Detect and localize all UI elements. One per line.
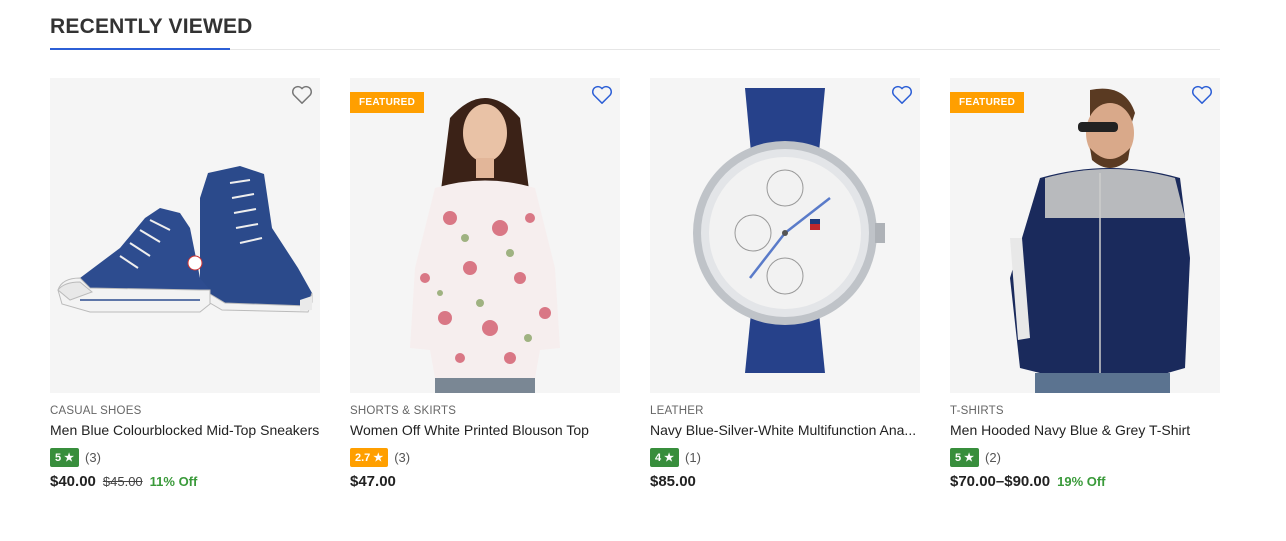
featured-badge: FEATURED <box>950 92 1025 113</box>
rating-count: (3) <box>394 449 411 465</box>
product-category[interactable]: CASUAL SHOES <box>50 405 320 417</box>
product-title[interactable]: Women Off White Printed Blouson Top <box>350 422 620 438</box>
jacket-model-image <box>1010 88 1190 393</box>
price-row: $40.00 $45.00 11% Off <box>50 473 320 490</box>
product-category[interactable]: SHORTS & SKIRTS <box>350 405 620 417</box>
product-category[interactable]: LEATHER <box>650 405 920 417</box>
product-title[interactable]: Navy Blue-Silver-White Multifunction Ana… <box>650 422 920 438</box>
rating-row: 5 ★ (2) <box>950 447 1220 467</box>
discount-label: 11% Off <box>149 474 198 489</box>
rating-row: 5 ★ (3) <box>50 447 320 467</box>
rating-count: (2) <box>985 449 1001 465</box>
rating-badge: 4 ★ <box>650 447 680 467</box>
product-card[interactable]: FEATURED T-SHIRTS Men Hooded Navy Blue &… <box>950 78 1220 490</box>
current-price: $40.00 <box>50 473 96 490</box>
product-card[interactable]: LEATHER Navy Blue-Silver-White Multifunc… <box>650 78 920 490</box>
rating-row: 4 ★ (1) <box>650 447 920 467</box>
rating-count: (1) <box>685 449 701 465</box>
product-category[interactable]: T-SHIRTS <box>950 405 1220 417</box>
product-title[interactable]: Men Blue Colourblocked Mid-Top Sneakers <box>50 422 320 438</box>
sneakers-image <box>57 166 313 313</box>
price-row: $47.00 <box>350 473 620 490</box>
section-header: RECENTLY VIEWED <box>50 0 1220 50</box>
product-image[interactable] <box>50 78 320 393</box>
rating-badge: 2.7 ★ <box>350 447 389 467</box>
current-price: $85.00 <box>650 473 696 490</box>
discount-label: 19% Off <box>1057 474 1106 489</box>
section-title: RECENTLY VIEWED <box>50 15 253 38</box>
rating-badge: 5 ★ <box>50 447 80 467</box>
product-grid: CASUAL SHOES Men Blue Colourblocked Mid-… <box>50 78 1220 498</box>
wishlist-heart-icon[interactable] <box>291 85 313 105</box>
recently-viewed-section: RECENTLY VIEWED CASUAL SHOES Men Blue Co… <box>50 0 1220 490</box>
product-title[interactable]: Men Hooded Navy Blue & Grey T-Shirt <box>950 422 1220 438</box>
product-image[interactable] <box>650 78 920 393</box>
product-card[interactable]: CASUAL SHOES Men Blue Colourblocked Mid-… <box>50 78 320 490</box>
wishlist-heart-icon[interactable] <box>1191 85 1213 105</box>
featured-badge: FEATURED <box>350 92 425 113</box>
product-card[interactable]: FEATURED SHORTS & SKIRTS Women Off White… <box>350 78 620 490</box>
wishlist-heart-icon[interactable] <box>591 85 613 105</box>
rating-badge: 5 ★ <box>950 447 980 467</box>
product-image[interactable]: FEATURED <box>350 78 620 393</box>
price-row: $70.00–$90.00 19% Off <box>950 473 1220 490</box>
rating-row: 2.7 ★ (3) <box>350 447 620 467</box>
wishlist-heart-icon[interactable] <box>891 85 913 105</box>
current-price: $70.00–$90.00 <box>950 473 1051 490</box>
blouse-model-image <box>410 98 560 393</box>
price-row: $85.00 <box>650 473 920 490</box>
watch-image <box>693 88 885 373</box>
original-price: $45.00 <box>102 474 143 489</box>
current-price: $47.00 <box>350 473 396 490</box>
rating-count: (3) <box>85 449 101 465</box>
title-underline <box>50 48 230 50</box>
product-image[interactable]: FEATURED <box>950 78 1220 393</box>
